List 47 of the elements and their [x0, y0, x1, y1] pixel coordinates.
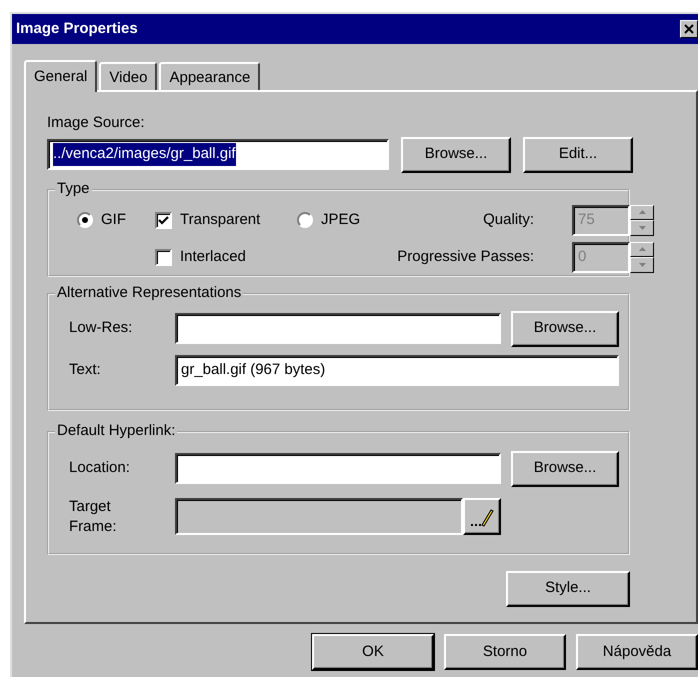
- dialog-button[interactable]: Nápověda: [576, 634, 698, 670]
- field-label: Location:: [69, 458, 131, 478]
- option-label: Transparent: [180, 210, 260, 230]
- ok-button[interactable]: OK: [312, 634, 434, 670]
- pick-button[interactable]: [463, 498, 501, 535]
- tab[interactable]: General: [24, 60, 98, 92]
- field-label: Target Frame:: [69, 496, 118, 536]
- spin-up-button[interactable]: [630, 204, 654, 220]
- tab[interactable]: Video: [99, 62, 158, 90]
- group-title: Alternative Representations: [55, 284, 244, 302]
- ellipsis-pencil-icon: [469, 506, 495, 526]
- option-label: Interlaced: [180, 246, 246, 267]
- radio-button[interactable]: [297, 212, 313, 228]
- check-icon: [157, 214, 170, 226]
- radio-button[interactable]: [77, 212, 93, 228]
- window-title: Image Properties: [16, 18, 138, 39]
- down-arrow-icon: [638, 226, 646, 230]
- option-label: GIF: [101, 210, 126, 230]
- browse-button[interactable]: Browse...: [511, 310, 619, 346]
- close-icon: [684, 24, 694, 34]
- group-title: Type: [55, 180, 92, 198]
- input-field[interactable]: gr_ball.gif (967 bytes): [175, 354, 619, 386]
- field-label: Text:: [69, 360, 102, 380]
- spin-down-button[interactable]: [630, 220, 654, 236]
- checkbox[interactable]: [155, 212, 172, 228]
- down-arrow-icon: [638, 262, 646, 267]
- field-label: Image Source:: [47, 113, 146, 133]
- browse-button[interactable]: Browse...: [401, 136, 511, 172]
- input-field[interactable]: ../venca2/images/gr_ball.gif: [47, 139, 389, 170]
- field-label: Quality:: [483, 210, 534, 230]
- browse-button[interactable]: Browse...: [511, 450, 619, 486]
- up-arrow-icon: [638, 210, 646, 214]
- dialog-button[interactable]: Storno: [444, 634, 566, 670]
- input-field[interactable]: [175, 453, 501, 484]
- spin-down-button[interactable]: [630, 257, 654, 272]
- field-label: Low-Res:: [69, 318, 134, 338]
- up-arrow-icon: [638, 247, 646, 252]
- group-title: Default Hyperlink:: [55, 422, 178, 440]
- option-label: JPEG: [321, 210, 360, 230]
- field-label: Progressive Passes:: [397, 246, 534, 267]
- tab[interactable]: Appearance: [159, 62, 260, 90]
- edit-button[interactable]: Edit...: [523, 136, 633, 172]
- spin-up-button[interactable]: [630, 242, 654, 257]
- checkbox[interactable]: [155, 248, 172, 266]
- input-field[interactable]: [175, 313, 501, 344]
- close-button[interactable]: [680, 20, 698, 38]
- style-button[interactable]: Style...: [506, 570, 630, 606]
